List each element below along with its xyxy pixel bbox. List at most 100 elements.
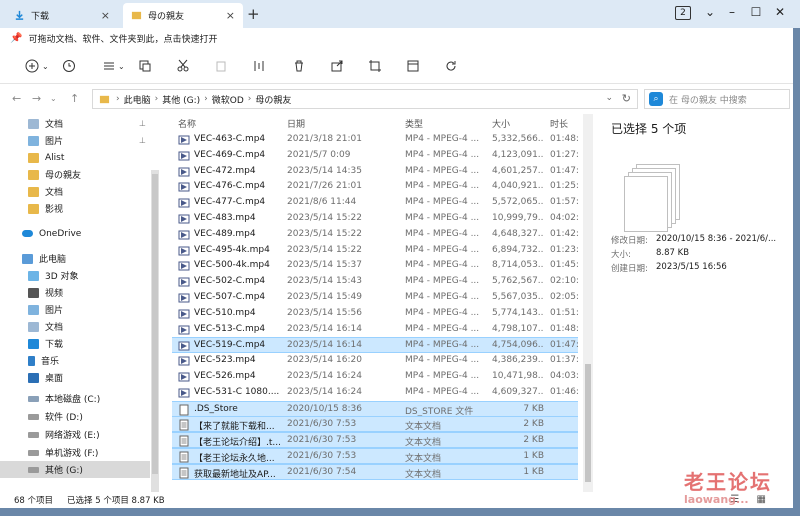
breadcrumb-item[interactable]: 此电脑 bbox=[124, 93, 151, 106]
cloud-icon bbox=[22, 230, 33, 237]
minimize-button[interactable]: – bbox=[722, 5, 742, 19]
column-header-duration[interactable]: 时长 bbox=[550, 114, 568, 132]
sidebar-item-documents[interactable]: 文档 bbox=[0, 318, 150, 335]
address-dropdown-icon[interactable]: ⌄ bbox=[605, 93, 613, 103]
file-row[interactable]: 【来了就能下载和... 2021/6/30 7:53 文本文档 2 KB bbox=[172, 416, 578, 433]
sidebar-item-drive-f[interactable]: 单机游戏 (F:) bbox=[0, 444, 150, 461]
column-header-name[interactable]: 名称 bbox=[178, 114, 196, 132]
file-row[interactable]: VEC-507-C.mp4 2023/5/14 15:49 MP4 - MPEG-4… bbox=[172, 290, 578, 306]
file-row[interactable]: VEC-526.mp4 2023/5/14 16:24 MP4 - MPEG-4 .… bbox=[172, 369, 578, 385]
sidebar-item-drive-d[interactable]: 软件 (D:) bbox=[0, 408, 150, 425]
file-row[interactable]: 获取最新地址及AP... 2021/6/30 7:54 文本文档 1 KB bbox=[172, 463, 578, 480]
sidebar-item-label: 视频 bbox=[45, 289, 64, 299]
text-file-icon bbox=[179, 467, 189, 479]
file-row[interactable]: 【老王论坛介绍】.t... 2021/6/30 7:53 文本文档 2 KB bbox=[172, 432, 578, 449]
quick-access-hint-bar[interactable]: 📌 可拖动文档、软件、文件夹到此，点击快速打开 bbox=[0, 28, 800, 48]
file-row[interactable]: 【老王论坛永久地... 2021/6/30 7:53 文本文档 1 KB bbox=[172, 448, 578, 464]
sync-button[interactable] bbox=[444, 57, 458, 75]
file-row[interactable]: VEC-519-C.mp4 2023/5/14 16:14 MP4 - MPEG-4… bbox=[172, 337, 578, 354]
file-duration: 01:27: bbox=[550, 149, 578, 160]
file-row[interactable]: VEC-500-4k.mp4 2023/5/14 15:37 MP4 - MPEG-… bbox=[172, 258, 578, 274]
sidebar-item-alist[interactable]: Alist bbox=[0, 149, 150, 166]
video-file-icon bbox=[178, 372, 190, 382]
file-row[interactable]: VEC-531-C 1080.... 2023/5/14 16:24 MP4 - M… bbox=[172, 385, 578, 401]
file-row[interactable]: VEC-510.mp4 2023/5/14 15:56 MP4 - MPEG-4 .… bbox=[172, 306, 578, 322]
maximize-button[interactable]: ☐ bbox=[746, 5, 766, 19]
sidebar-item-folder[interactable]: 母の親友 bbox=[0, 166, 150, 183]
sidebar-scrollbar[interactable] bbox=[151, 170, 159, 492]
sidebar-item-pictures-pinned[interactable]: 图片 ⊥ bbox=[0, 132, 150, 149]
close-window-button[interactable]: ✕ bbox=[770, 5, 790, 19]
sidebar-item-docs-folder[interactable]: 文档 bbox=[0, 183, 150, 200]
file-row[interactable]: .DS_Store 2020/10/15 8:36 DS_STORE 文件 7 KB bbox=[172, 400, 578, 417]
search-placeholder: 在 母の親友 中搜索 bbox=[669, 95, 747, 106]
sidebar-item-movies[interactable]: 影视 bbox=[0, 200, 150, 217]
file-date: 2023/5/14 16:24 bbox=[287, 371, 362, 381]
view-mode-button[interactable]: ⌄ bbox=[102, 57, 125, 75]
new-tab-button[interactable]: + bbox=[247, 5, 260, 23]
file-row[interactable]: VEC-469-C.mp4 2021/5/7 0:09 MP4 - MPEG-4 .… bbox=[172, 148, 578, 164]
sidebar-item-desktop[interactable]: 桌面 bbox=[0, 369, 150, 386]
close-icon[interactable]: × bbox=[226, 9, 235, 22]
file-row[interactable]: VEC-502-C.mp4 2023/5/14 15:43 MP4 - MPEG-4… bbox=[172, 274, 578, 290]
new-item-button[interactable]: ⌄ bbox=[24, 57, 49, 75]
file-name: VEC-477-C.mp4 bbox=[194, 197, 266, 208]
crop-button[interactable] bbox=[368, 57, 382, 75]
forward-arrow-icon[interactable]: → bbox=[32, 92, 41, 105]
breadcrumb-item[interactable]: 其他 (G:) bbox=[162, 93, 200, 106]
sidebar-item-downloads[interactable]: 下载 bbox=[0, 335, 150, 352]
scrollbar-thumb[interactable] bbox=[152, 174, 158, 474]
size-label: 大小: bbox=[611, 250, 631, 260]
file-size: 4,386,239... bbox=[492, 355, 544, 366]
address-bar[interactable]: › 此电脑 › 其他 (G:) › 微软OD › 母の親友 ⌄ ↻ bbox=[92, 89, 638, 109]
column-header-size[interactable]: 大小 bbox=[492, 114, 510, 132]
file-row[interactable]: VEC-463-C.mp4 2021/3/18 21:01 MP4 - MPEG-4… bbox=[172, 132, 578, 148]
up-arrow-icon[interactable]: ↑ bbox=[70, 92, 79, 105]
breadcrumb-item[interactable]: 母の親友 bbox=[255, 93, 291, 106]
back-arrow-icon[interactable]: ← bbox=[12, 92, 21, 105]
sidebar-item-music[interactable]: 音乐 bbox=[0, 352, 150, 369]
refresh-icon[interactable]: ↻ bbox=[622, 92, 631, 105]
tab-downloads[interactable]: 下载 × bbox=[6, 3, 118, 28]
breadcrumb-chevron-icon: › bbox=[154, 94, 159, 104]
file-row[interactable]: VEC-477-C.mp4 2021/8/6 11:44 MP4 - MPEG-4 … bbox=[172, 195, 578, 211]
close-icon[interactable]: × bbox=[101, 9, 110, 22]
column-header-date[interactable]: 日期 bbox=[287, 114, 305, 132]
breadcrumb-item[interactable]: 微软OD bbox=[212, 93, 244, 106]
file-row[interactable]: VEC-513-C.mp4 2023/5/14 16:14 MP4 - MPEG-4… bbox=[172, 322, 578, 338]
file-size: 1 KB bbox=[523, 466, 544, 477]
history-button[interactable] bbox=[62, 57, 76, 75]
sidebar-item-onedrive[interactable]: OneDrive bbox=[0, 225, 150, 242]
file-row[interactable]: VEC-472.mp4 2023/5/14 14:35 MP4 - MPEG-4 .… bbox=[172, 164, 578, 180]
file-row[interactable]: VEC-483.mp4 2023/5/14 15:22 MP4 - MPEG-4 .… bbox=[172, 211, 578, 227]
search-input[interactable]: ⌕ 在 母の親友 中搜索 bbox=[644, 89, 790, 109]
copy-button[interactable] bbox=[138, 57, 152, 75]
delete-button[interactable] bbox=[292, 57, 306, 75]
sidebar-item-drive-c[interactable]: 本地磁盘 (C:) bbox=[0, 390, 150, 407]
recent-chevron-icon[interactable]: ⌄ bbox=[50, 94, 57, 103]
file-row[interactable]: VEC-489.mp4 2023/5/14 15:22 MP4 - MPEG-4 .… bbox=[172, 227, 578, 243]
scrollbar-thumb[interactable] bbox=[585, 364, 591, 482]
window-count-badge[interactable]: 2 bbox=[675, 6, 691, 20]
cut-button[interactable] bbox=[176, 57, 190, 75]
sidebar-item-videos[interactable]: 视频 bbox=[0, 284, 150, 301]
download-icon bbox=[15, 10, 24, 20]
tab-current-folder[interactable]: 母の親友 × bbox=[123, 3, 243, 28]
file-row[interactable]: VEC-523.mp4 2023/5/14 16:20 MP4 - MPEG-4 .… bbox=[172, 353, 578, 369]
sidebar-item-documents-pinned[interactable]: 文档 ⊥ bbox=[0, 115, 150, 132]
sidebar-item-drive-e[interactable]: 网络游戏 (E:) bbox=[0, 426, 150, 443]
file-list-scrollbar[interactable] bbox=[583, 114, 593, 492]
sidebar-item-this-pc[interactable]: 此电脑 bbox=[0, 250, 150, 267]
sidebar-item-drive-g[interactable]: 其他 (G:) bbox=[0, 461, 150, 478]
properties-button[interactable] bbox=[406, 57, 420, 75]
file-row[interactable]: VEC-476-C.mp4 2021/7/26 21:01 MP4 - MPEG-4… bbox=[172, 179, 578, 195]
paste-button[interactable] bbox=[214, 57, 228, 75]
column-header-type[interactable]: 类型 bbox=[405, 114, 423, 132]
sidebar-item-3d-objects[interactable]: 3D 对象 bbox=[0, 267, 150, 284]
file-size: 5,762,567... bbox=[492, 276, 544, 287]
menu-chevron-icon[interactable]: ⌄ bbox=[700, 5, 720, 19]
rename-button[interactable] bbox=[252, 57, 266, 75]
file-row[interactable]: VEC-495-4k.mp4 2023/5/14 15:22 MP4 - MPEG-… bbox=[172, 243, 578, 259]
sidebar-item-pictures[interactable]: 图片 bbox=[0, 301, 150, 318]
share-button[interactable] bbox=[330, 57, 344, 75]
